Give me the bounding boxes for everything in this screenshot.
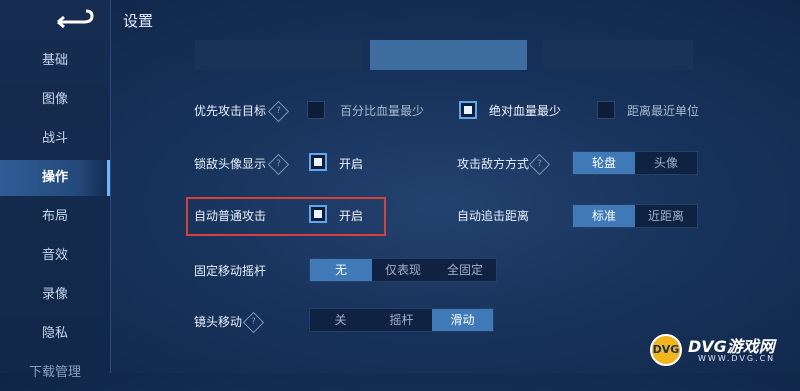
option-label: 百分比血量最少: [340, 104, 425, 118]
dvg-logo-icon: DVG: [650, 334, 682, 366]
lock-avatar-label: 锁敌头像显示: [194, 157, 267, 171]
help-icon[interactable]: ?: [242, 311, 265, 334]
segment-off[interactable]: 关: [310, 309, 371, 331]
option-label: 开启: [339, 157, 364, 171]
segment-visual-only[interactable]: 仅表现: [372, 259, 434, 281]
back-button[interactable]: [50, 8, 96, 30]
camera-move-toggle: 关 摇杆 滑动: [309, 308, 494, 332]
sidebar-item-privacy[interactable]: 隐私: [0, 316, 110, 352]
segment-none[interactable]: 无: [310, 259, 372, 281]
back-arrow-icon: [57, 9, 94, 29]
sidebar-item-combat[interactable]: 战斗: [0, 121, 110, 157]
sidebar-item-downloads[interactable]: 下载管理: [0, 355, 110, 391]
watermark: DVG DVG游戏网 WWW.DVG.CN: [650, 330, 800, 373]
help-icon[interactable]: ?: [267, 153, 290, 176]
segment-standard[interactable]: 标准: [573, 205, 635, 227]
segment-wheel[interactable]: 轮盘: [573, 152, 635, 174]
attack-target-label: 优先攻击目标: [194, 104, 267, 118]
checkbox-lock-avatar[interactable]: [309, 153, 327, 171]
fixed-joystick-label: 固定移动摇杆: [194, 264, 267, 278]
attack-enemy-mode-label: 攻击敌方方式: [457, 157, 530, 171]
segment-full-fixed[interactable]: 全固定: [434, 259, 496, 281]
auto-chase-toggle: 标准 近距离: [572, 204, 698, 228]
segment-swipe[interactable]: 滑动: [432, 309, 493, 331]
top-option-box[interactable]: [543, 40, 693, 70]
top-option-box-selected[interactable]: [370, 40, 527, 70]
checkbox-absolute-hp[interactable]: [459, 101, 477, 119]
segment-close-range[interactable]: 近距离: [635, 205, 697, 227]
auto-chase-label: 自动追击距离: [457, 209, 530, 223]
sidebar-item-graphics[interactable]: 图像: [0, 82, 110, 118]
sidebar-item-replay[interactable]: 录像: [0, 277, 110, 313]
watermark-url: WWW.DVG.CN: [698, 354, 776, 363]
option-label: 绝对血量最少: [489, 104, 562, 118]
segment-avatar[interactable]: 头像: [635, 152, 697, 174]
fixed-joystick-toggle: 无 仅表现 全固定: [309, 258, 497, 282]
sidebar-item-basic[interactable]: 基础: [0, 43, 110, 79]
sidebar-item-controls[interactable]: 操作: [0, 160, 110, 196]
checkbox-nearest-unit[interactable]: [597, 101, 615, 119]
option-label: 距离最近单位: [627, 104, 700, 118]
segment-joystick[interactable]: 摇杆: [371, 309, 432, 331]
sidebar-item-layout[interactable]: 布局: [0, 199, 110, 235]
checkbox-percent-hp[interactable]: [307, 101, 325, 119]
page-title: 设置: [123, 12, 154, 30]
camera-move-label: 镜头移动: [194, 315, 243, 329]
help-icon[interactable]: ?: [528, 153, 551, 176]
help-icon[interactable]: ?: [267, 100, 290, 123]
sidebar-item-sound[interactable]: 音效: [0, 238, 110, 274]
attack-enemy-mode-toggle: 轮盘 头像: [572, 151, 698, 175]
top-option-box[interactable]: [195, 40, 362, 70]
highlight-box: [186, 197, 386, 236]
sidebar: 基础 图像 战斗 操作 布局 音效 录像 隐私 下载管理: [0, 0, 111, 380]
